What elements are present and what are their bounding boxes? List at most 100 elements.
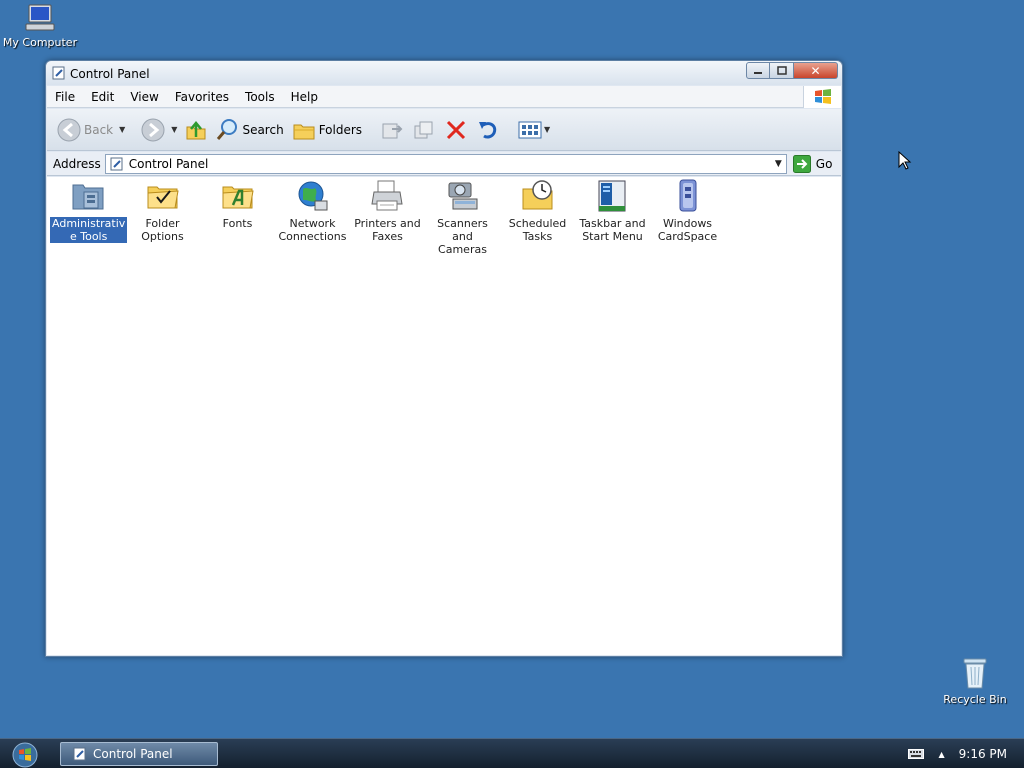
menu-bar: File Edit View Favorites Tools Help — [47, 86, 841, 108]
control-panel-window: Control Panel ✕ File Edit View Favorites… — [45, 60, 843, 657]
item-label: Folder — [145, 217, 180, 230]
delete-button[interactable] — [444, 119, 468, 141]
search-button[interactable]: Search — [215, 118, 284, 142]
control-panel-icon — [110, 157, 123, 170]
clock[interactable]: 9:16 PM — [959, 747, 1007, 761]
content-area[interactable]: Administrativ e Tools Folder Options Fonts — [47, 177, 841, 655]
desktop-icon-recycle-bin[interactable]: Recycle Bin — [935, 656, 1015, 706]
start-button[interactable] — [10, 741, 40, 768]
menu-help[interactable]: Help — [283, 90, 326, 104]
undo-icon — [479, 121, 497, 138]
taskbar: Control Panel ▲ 9:16 PM — [0, 738, 1024, 768]
window-titlebar[interactable]: Control Panel ✕ — [46, 61, 842, 85]
move-to-icon — [382, 123, 403, 138]
item-printers-and-faxes[interactable]: Printers and Faxes — [350, 179, 425, 256]
item-scheduled-tasks[interactable]: Scheduled Tasks — [500, 179, 575, 256]
item-label: Taskbar and — [579, 217, 646, 230]
folders-icon — [293, 124, 315, 139]
item-label: Network — [289, 217, 336, 230]
views-button[interactable]: ▼ — [518, 120, 550, 140]
go-arrow-icon — [792, 154, 811, 173]
views-icon — [518, 121, 542, 138]
control-panel-icon — [73, 747, 86, 761]
item-label: e Tools — [69, 230, 108, 243]
item-folder-options[interactable]: Folder Options — [125, 179, 200, 256]
copy-to-icon — [414, 121, 433, 138]
item-label: Fonts — [222, 217, 253, 230]
keyboard-icon[interactable] — [908, 749, 925, 759]
forward-arrow-icon — [141, 118, 165, 141]
move-to-button[interactable] — [380, 119, 404, 141]
taskbar-button-label: Control Panel — [93, 747, 173, 761]
views-dropdown-icon[interactable]: ▼ — [544, 125, 550, 134]
delete-x-icon — [446, 120, 466, 139]
taskbar-icon — [598, 180, 625, 212]
computer-icon — [25, 4, 55, 31]
go-button[interactable]: Go — [792, 154, 832, 173]
item-label: Scheduled — [508, 217, 567, 230]
folder-options-icon — [147, 186, 179, 209]
windows-logo — [803, 86, 841, 108]
minimize-button[interactable] — [746, 62, 770, 79]
item-network-connections[interactable]: Network Connections — [275, 179, 350, 256]
windows-flag-icon — [814, 89, 831, 104]
item-label: CardSpace — [657, 230, 718, 243]
back-arrow-icon — [57, 118, 81, 141]
control-panel-items: Administrativ e Tools Folder Options Fonts — [50, 179, 725, 256]
item-label: Cameras — [438, 243, 487, 256]
taskbar-button-control-panel[interactable]: Control Panel — [60, 742, 218, 766]
back-dropdown-icon[interactable]: ▼ — [119, 125, 125, 134]
folders-label: Folders — [318, 122, 363, 137]
menu-edit[interactable]: Edit — [83, 90, 122, 104]
item-fonts[interactable]: Fonts — [200, 179, 275, 256]
menu-view[interactable]: View — [122, 90, 166, 104]
scanners-icon — [448, 182, 477, 210]
item-taskbar-and-start-menu[interactable]: Taskbar and Start Menu — [575, 179, 650, 256]
item-administrative-tools[interactable]: Administrativ e Tools — [50, 179, 128, 256]
system-tray: ▲ 9:16 PM — [908, 739, 1024, 768]
search-icon — [217, 118, 238, 140]
window-title: Control Panel — [70, 67, 150, 81]
minimize-icon — [754, 71, 762, 74]
desktop-icon-my-computer[interactable]: My Computer — [0, 3, 80, 49]
item-label: Administrativ — [52, 217, 126, 230]
show-hidden-icons-icon[interactable]: ▲ — [938, 750, 944, 759]
address-label: Address — [53, 156, 101, 171]
item-windows-cardspace[interactable]: Windows CardSpace — [650, 179, 725, 256]
item-label: Tasks — [522, 230, 553, 243]
copy-to-button[interactable] — [412, 119, 436, 141]
item-label: Printers and — [354, 217, 421, 230]
network-connections-icon — [298, 181, 327, 211]
toolbar: Back ▼ ▼ Search Folders ▼ — [47, 109, 841, 151]
desktop-icon-label: My Computer — [2, 36, 78, 49]
windows-start-orb-icon — [12, 742, 38, 768]
address-bar: Address Control Panel ▼ Go — [47, 152, 841, 176]
folders-button[interactable]: Folders — [292, 119, 362, 141]
item-label: Start Menu — [582, 230, 643, 243]
maximize-icon — [776, 65, 787, 75]
item-label: Options — [141, 230, 184, 243]
address-dropdown-icon[interactable]: ▼ — [775, 159, 782, 169]
search-label: Search — [242, 122, 284, 137]
control-panel-icon — [52, 66, 65, 80]
item-label: Scanners and — [437, 217, 488, 243]
undo-button[interactable] — [476, 119, 500, 141]
menu-favorites[interactable]: Favorites — [167, 90, 237, 104]
menu-tools[interactable]: Tools — [237, 90, 283, 104]
menu-file[interactable]: File — [47, 90, 83, 104]
back-button[interactable]: Back ▼ — [57, 118, 125, 142]
forward-dropdown-icon[interactable]: ▼ — [171, 125, 177, 134]
close-icon: ✕ — [810, 63, 821, 78]
item-label: Faxes — [372, 230, 403, 243]
up-button[interactable] — [185, 119, 207, 141]
maximize-button[interactable] — [770, 62, 794, 79]
close-button[interactable]: ✕ — [794, 62, 838, 79]
desktop-icon-label: Recycle Bin — [943, 693, 1007, 706]
address-field[interactable]: Control Panel ▼ — [104, 153, 787, 174]
back-label: Back — [84, 122, 114, 137]
mouse-cursor-icon — [898, 151, 912, 170]
forward-button[interactable]: ▼ — [141, 118, 177, 142]
cardspace-icon — [679, 179, 696, 212]
recycle-bin-icon — [963, 658, 987, 689]
item-scanners-and-cameras[interactable]: Scanners and Cameras — [425, 179, 500, 256]
